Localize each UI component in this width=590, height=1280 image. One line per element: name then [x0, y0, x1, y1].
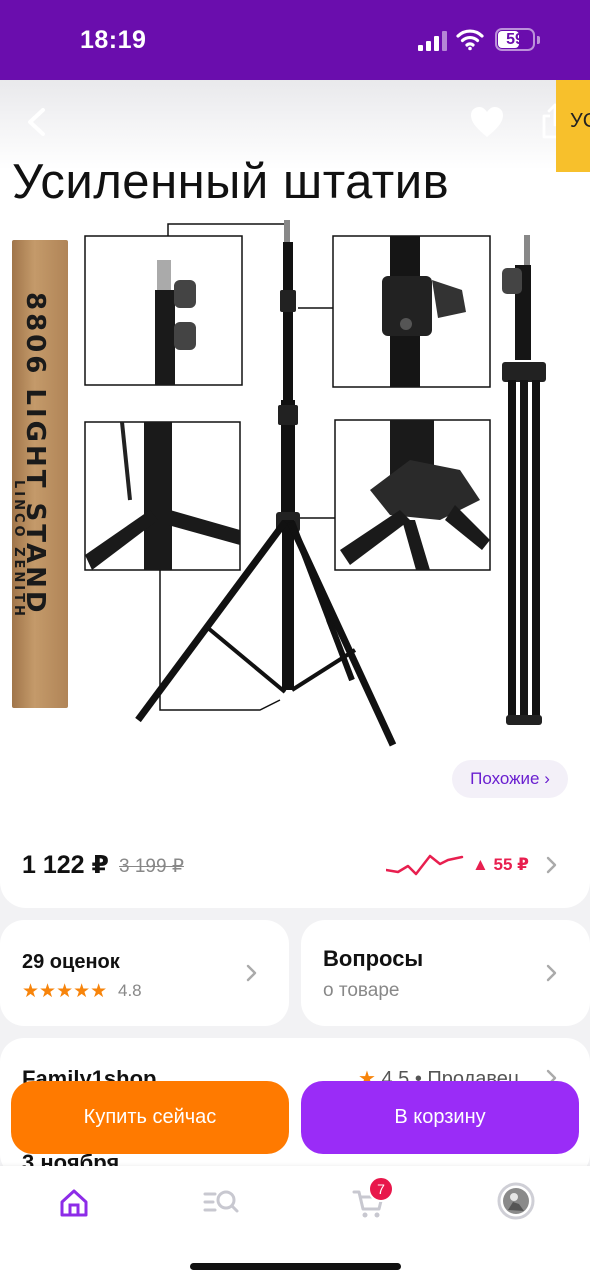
- old-price: 3 199 ₽: [119, 856, 184, 877]
- catalog-search-icon[interactable]: [191, 1180, 251, 1224]
- home-icon[interactable]: [44, 1180, 104, 1224]
- box-sublabel: LINCO ZENITH: [11, 480, 26, 619]
- battery-icon: 59: [495, 28, 535, 51]
- status-bar: 18:19 59: [0, 0, 590, 80]
- star-rating-icon: ★★★★★: [22, 981, 108, 1002]
- chevron-right-icon: [246, 964, 257, 982]
- promo-side-tab[interactable]: УС: [556, 80, 590, 172]
- questions-card[interactable]: Вопросы о товаре: [301, 920, 590, 1026]
- promo-side-tab-label: УС: [570, 110, 590, 132]
- chevron-right-icon: [546, 964, 557, 982]
- back-button[interactable]: [18, 102, 54, 142]
- price-card[interactable]: 1 122 ₽ 3 199 ₽ ▲ 55 ₽: [0, 820, 590, 908]
- buy-now-button[interactable]: Купить сейчас: [11, 1081, 289, 1154]
- questions-title: Вопросы: [323, 946, 424, 971]
- wifi-icon: [456, 29, 484, 51]
- price-trend-chart-icon: [386, 854, 464, 876]
- questions-subtitle: о товаре: [323, 980, 400, 1001]
- reviews-count: 29 оценок: [22, 951, 120, 973]
- status-time: 18:19: [80, 26, 147, 54]
- battery-level: 59: [506, 31, 524, 48]
- heart-icon: [471, 107, 503, 137]
- home-indicator: [190, 1263, 401, 1270]
- cart-count-badge: 7: [368, 1176, 394, 1202]
- price-change: ▲ 55 ₽: [472, 855, 530, 874]
- cellular-signal-icon: [418, 31, 448, 51]
- add-to-cart-button[interactable]: В корзину: [301, 1081, 579, 1154]
- chevron-left-icon: [28, 108, 45, 136]
- rating-score: 4.8: [118, 981, 142, 1000]
- similar-products-button[interactable]: Похожие ›: [452, 760, 568, 798]
- product-box-image: 8806 LIGHT STAND LINCO ZENITH: [11, 240, 68, 708]
- bottom-navigation: 7: [0, 1166, 590, 1280]
- profile-avatar[interactable]: [486, 1180, 546, 1224]
- reviews-card[interactable]: 29 оценок ★★★★★ 4.8: [0, 920, 289, 1026]
- current-price: 1 122 ₽: [22, 851, 109, 879]
- battery-tip: [537, 36, 540, 44]
- light-stand-illustration: [84, 220, 546, 747]
- product-image-headline: Усиленный штатив: [12, 155, 450, 209]
- chevron-right-icon: [546, 856, 557, 874]
- favorite-button[interactable]: [468, 104, 506, 140]
- product-image-gallery[interactable]: Усиленный штатив 8806 LIGHT STAND LINCO …: [0, 80, 590, 820]
